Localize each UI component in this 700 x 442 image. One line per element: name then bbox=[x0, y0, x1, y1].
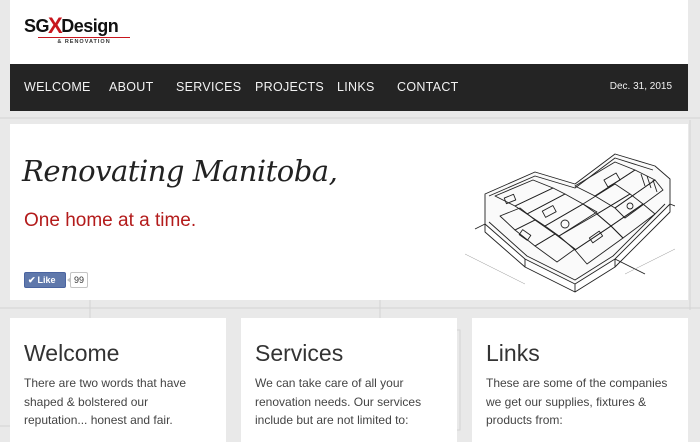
nav-services[interactable]: SERVICES bbox=[176, 64, 241, 111]
logo-part-sg: SG bbox=[24, 16, 50, 36]
nav-projects[interactable]: PROJECTS bbox=[255, 64, 324, 111]
logo-part-design: Design bbox=[61, 16, 119, 36]
thumbs-up-icon: ✔ bbox=[28, 275, 36, 285]
facebook-like-button[interactable]: ✔ Like bbox=[24, 272, 66, 288]
logo-wordmark: SGXDesign bbox=[24, 12, 119, 38]
welcome-title: Welcome bbox=[24, 340, 120, 366]
services-title: Services bbox=[255, 340, 344, 366]
nav-links[interactable]: LINKS bbox=[337, 64, 375, 111]
nav-about[interactable]: ABOUT bbox=[109, 64, 154, 111]
hero-banner: Renovating Manitoba, One home at a time.… bbox=[10, 124, 688, 300]
like-count: 99 bbox=[67, 272, 88, 288]
links-text: These are some of the companies we get o… bbox=[486, 376, 668, 427]
logo-tagline: & RENOVATION bbox=[38, 37, 130, 45]
logo-part-x: X bbox=[48, 13, 63, 38]
services-card: Services We can take care of all your re… bbox=[241, 318, 457, 442]
hero-subheadline: One home at a time. bbox=[24, 210, 197, 231]
hero-headline: Renovating Manitoba, bbox=[22, 154, 338, 188]
main-navigation: WELCOME ABOUT SERVICES PROJECTS LINKS CO… bbox=[10, 64, 688, 111]
links-card: Links These are some of the companies we… bbox=[472, 318, 688, 442]
site-logo[interactable]: SGXDesign & RENOVATION bbox=[24, 12, 142, 48]
welcome-text: There are two words that have shaped & b… bbox=[24, 376, 187, 427]
site-header: SGXDesign & RENOVATION bbox=[10, 0, 688, 64]
services-text: We can take care of all your renovation … bbox=[255, 376, 422, 427]
house-blueprint-illustration bbox=[465, 153, 675, 293]
welcome-card: Welcome There are two words that have sh… bbox=[10, 318, 226, 442]
current-date: Dec. 31, 2015 bbox=[609, 81, 672, 92]
like-label: Like bbox=[37, 275, 56, 285]
nav-welcome[interactable]: WELCOME bbox=[24, 64, 91, 111]
links-title: Links bbox=[486, 340, 540, 366]
nav-contact[interactable]: CONTACT bbox=[397, 64, 459, 111]
